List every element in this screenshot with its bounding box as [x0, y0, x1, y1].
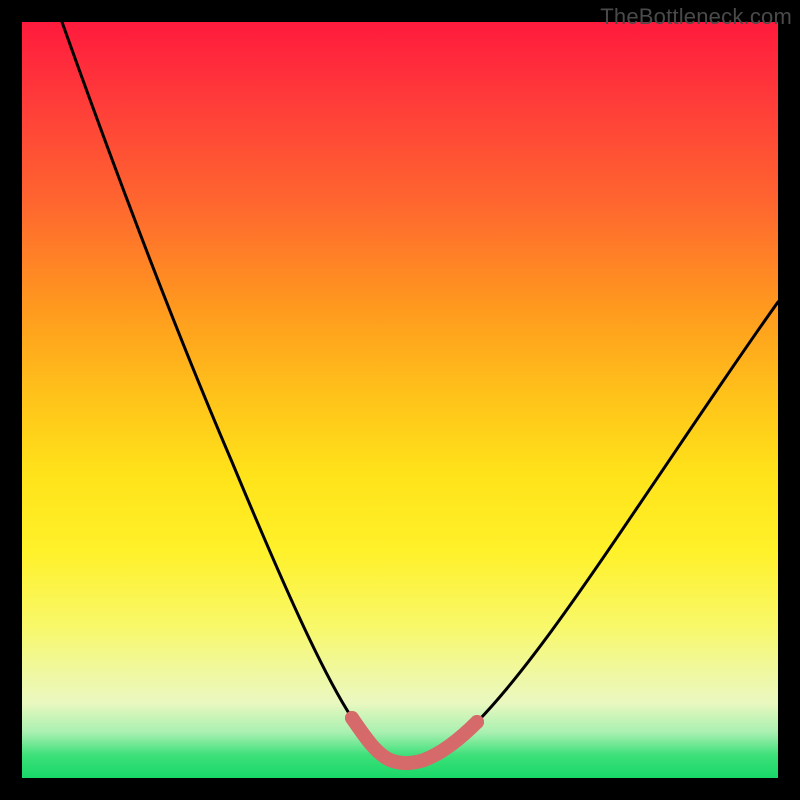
- trough-end-dot-left: [345, 711, 359, 725]
- trough-end-dot-right: [470, 715, 484, 729]
- curve-layer: [22, 22, 778, 778]
- chart-frame: [22, 22, 778, 778]
- trough-highlight: [352, 718, 477, 763]
- bottleneck-curve: [62, 22, 778, 763]
- watermark-text: TheBottleneck.com: [600, 4, 792, 30]
